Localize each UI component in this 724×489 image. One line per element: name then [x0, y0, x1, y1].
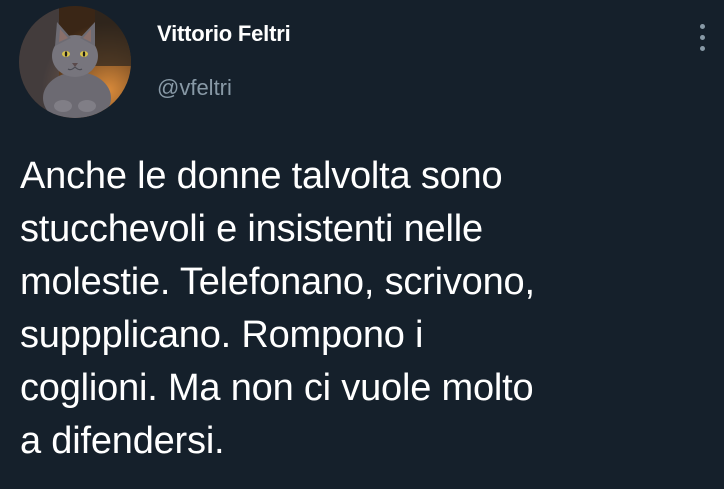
tweet-card: Vittorio Feltri @vfeltri Anche le donne … — [0, 0, 724, 489]
tweet-text-line: stucchevoli e insistenti nelle — [20, 208, 483, 250]
tweet-text-line: Anche le donne talvolta sono — [20, 155, 503, 197]
cat-avatar-icon — [19, 6, 131, 118]
tweet-text-line: a difendersi. — [20, 420, 225, 462]
avatar[interactable] — [19, 6, 131, 118]
more-vertical-icon — [700, 24, 705, 29]
more-options-button[interactable] — [693, 20, 713, 56]
author-handle[interactable]: @vfeltri — [157, 75, 232, 101]
more-vertical-icon-dot — [700, 46, 705, 51]
tweet-text: Anche le donne talvolta sono stucchevoli… — [20, 150, 710, 468]
tweet-text-line: coglioni. Ma non ci vuole molto — [20, 367, 534, 409]
author-display-name[interactable]: Vittorio Feltri — [157, 21, 291, 47]
tweet-text-line: molestie. Telefonano, scrivono, — [20, 261, 535, 303]
tweet-text-line: suppplicano. Rompono i — [20, 314, 424, 356]
more-vertical-icon-dot — [700, 35, 705, 40]
